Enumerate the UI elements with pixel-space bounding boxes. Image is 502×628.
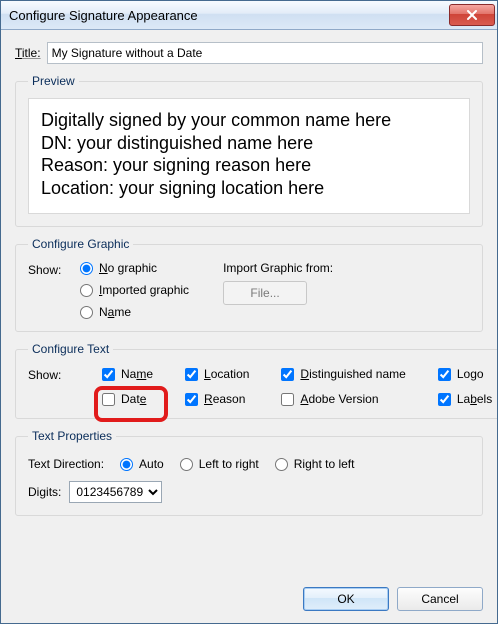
radio-ltr[interactable]: Left to right [180,457,259,471]
title-row: Title: [15,42,483,64]
close-icon [467,10,477,20]
text-properties-legend: Text Properties [28,429,116,443]
check-name[interactable]: Name [102,367,153,381]
dialog-body: Title: Preview Digitally signed by your … [1,30,497,587]
check-dn-input[interactable] [281,368,294,381]
title-label: Title: [15,46,41,60]
radio-rtl-input[interactable] [275,458,288,471]
check-dn-label: Distinguished name [300,367,405,381]
radio-ltr-input[interactable] [180,458,193,471]
check-date[interactable]: Date [102,392,153,406]
radio-no-graphic-input[interactable] [80,262,93,275]
title-input[interactable] [47,42,483,64]
check-adobe[interactable]: Adobe Version [281,392,405,406]
title-bar: Configure Signature Appearance [1,1,497,30]
digits-select[interactable]: 0123456789 [69,481,162,503]
radio-imported-graphic-input[interactable] [80,284,93,297]
cancel-button[interactable]: Cancel [397,587,483,611]
preview-line: Reason: your signing reason here [41,154,457,177]
digits-label: Digits: [28,485,61,499]
configure-text-group: Configure Text Show: Name Location Disti… [15,342,497,419]
check-logo-input[interactable] [438,368,451,381]
check-reason-input[interactable] [185,393,198,406]
radio-imported-graphic[interactable]: Imported graphic [80,283,189,297]
show-label: Show: [28,261,70,277]
radio-rtl[interactable]: Right to left [275,457,355,471]
preview-line: Location: your signing location here [41,177,457,200]
check-labels-label: Labels [457,392,492,406]
check-date-input[interactable] [102,393,115,406]
radio-no-graphic-label: No graphic [99,261,157,275]
preview-line: Digitally signed by your common name her… [41,109,457,132]
preview-group: Preview Digitally signed by your common … [15,74,483,227]
radio-imported-graphic-label: Imported graphic [99,283,189,297]
check-location[interactable]: Location [185,367,249,381]
radio-ltr-label: Left to right [199,457,259,471]
check-reason-label: Reason [204,392,245,406]
radio-auto[interactable]: Auto [120,457,164,471]
check-adobe-label: Adobe Version [300,392,378,406]
check-labels-input[interactable] [438,393,451,406]
radio-name-label: Name [99,305,131,319]
check-location-label: Location [204,367,249,381]
configure-text-legend: Configure Text [28,342,113,356]
ok-button[interactable]: OK [303,587,389,611]
configure-graphic-group: Configure Graphic Show: No graphic Impor… [15,237,483,332]
check-location-input[interactable] [185,368,198,381]
radio-auto-input[interactable] [120,458,133,471]
check-adobe-input[interactable] [281,393,294,406]
radio-rtl-label: Right to left [294,457,355,471]
dialog-footer: OK Cancel [1,587,497,623]
check-name-input[interactable] [102,368,115,381]
check-labels[interactable]: Labels [438,392,492,406]
radio-auto-label: Auto [139,457,164,471]
configure-graphic-legend: Configure Graphic [28,237,133,251]
check-name-label: Name [121,367,153,381]
check-logo[interactable]: Logo [438,367,492,381]
check-logo-label: Logo [457,367,484,381]
preview-legend: Preview [28,74,79,88]
show-label-text: Show: [28,366,70,382]
preview-box: Digitally signed by your common name her… [28,98,470,214]
window-title: Configure Signature Appearance [9,8,449,23]
check-date-label: Date [121,392,146,406]
close-button[interactable] [449,4,495,26]
check-reason[interactable]: Reason [185,392,249,406]
radio-name-input[interactable] [80,306,93,319]
radio-no-graphic[interactable]: No graphic [80,261,189,275]
radio-name[interactable]: Name [80,305,189,319]
preview-line: DN: your distinguished name here [41,132,457,155]
import-graphic-label: Import Graphic from: [223,261,333,275]
text-direction-label: Text Direction: [28,457,104,471]
file-button: File... [223,281,307,305]
dialog-window: Configure Signature Appearance Title: Pr… [0,0,498,624]
check-dn[interactable]: Distinguished name [281,367,405,381]
text-properties-group: Text Properties Text Direction: Auto Lef… [15,429,483,516]
